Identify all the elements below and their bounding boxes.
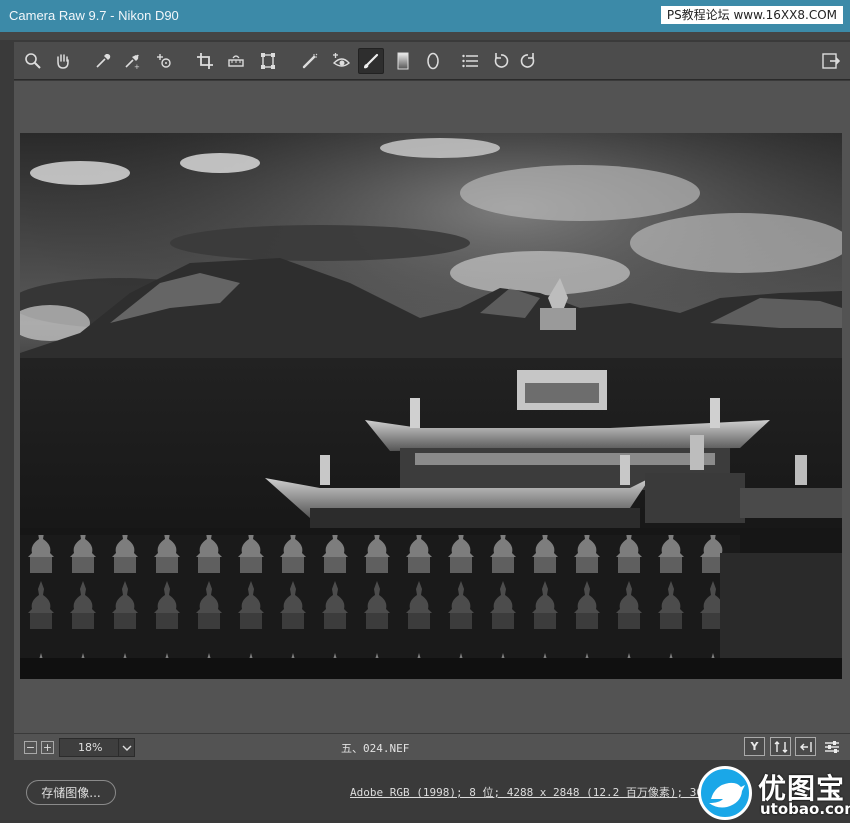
zoom-level-select[interactable]: 18% [59,738,135,757]
zoom-level-value: 18% [78,741,103,754]
copy-settings-icon[interactable] [795,737,816,756]
targeted-adjustment-tool-icon[interactable] [153,50,175,72]
before-after-view-button[interactable]: Y [744,737,765,756]
white-balance-tool-icon[interactable] [92,50,114,72]
window-frame [0,32,850,40]
utobao-logo: 优图宝 utobao.com [692,764,850,823]
zoom-in-button[interactable]: + [41,741,54,754]
crop-tool-icon[interactable] [194,50,216,72]
bird-logo-icon [698,766,752,820]
photo-preview[interactable] [20,133,842,679]
toggle-fullscreen-icon[interactable] [820,50,842,72]
logo-domain: utobao.com [760,800,850,818]
file-name: 五、024.NEF [341,742,410,755]
rotate-cw-icon[interactable] [517,50,539,72]
swap-settings-icon[interactable] [770,737,791,756]
before-after-label: Y [750,740,759,753]
status-bar: − + 18% 五、024.NEF Y [14,733,850,760]
transform-tool-icon[interactable] [257,50,279,72]
radial-filter-icon[interactable] [422,50,444,72]
chevron-down-icon [118,739,134,756]
toolbar: + • [14,42,850,80]
red-eye-removal-icon[interactable] [330,50,352,72]
color-sampler-tool-icon[interactable]: + • [121,50,143,72]
adjustment-brush-icon[interactable] [358,48,384,74]
graduated-filter-icon[interactable] [392,50,414,72]
zoom-tool-icon[interactable] [22,50,44,72]
save-image-button[interactable]: 存储图像... [26,780,116,805]
svg-text:•: • [136,53,140,60]
preferences-list-icon[interactable] [459,50,481,72]
zoom-out-button[interactable]: − [24,741,37,754]
toggle-settings-icon[interactable] [821,737,842,756]
site-watermark: PS教程论坛 www.16XX8.COM [660,6,843,24]
window-title: Camera Raw 9.7 - Nikon D90 [9,8,179,23]
workflow-options-link[interactable]: Adobe RGB (1998); 8 位; 4288 x 2848 (12.2… [350,784,736,800]
rotate-ccw-icon[interactable] [490,50,512,72]
straighten-tool-icon[interactable] [225,50,247,72]
spot-removal-tool-icon[interactable] [299,50,321,72]
hand-tool-icon[interactable] [52,50,74,72]
title-bar: Camera Raw 9.7 - Nikon D90 PS教程论坛 www.16… [0,0,850,32]
svg-text:+: + [134,63,140,70]
